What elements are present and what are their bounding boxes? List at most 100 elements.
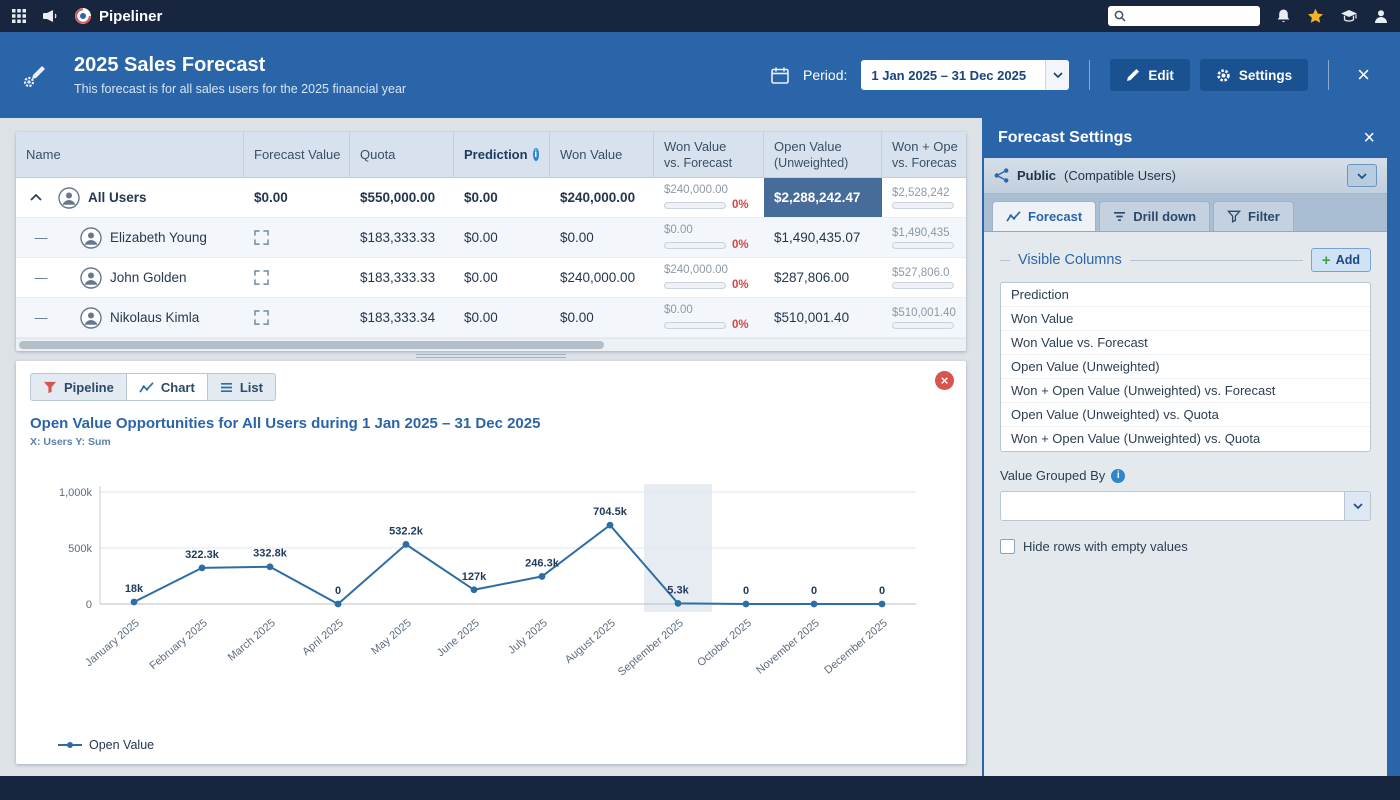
- tab-forecast[interactable]: Forecast: [992, 201, 1096, 231]
- chart-point[interactable]: [471, 586, 478, 593]
- pipeliner-logo[interactable]: Pipeliner: [74, 7, 162, 25]
- prediction-cell: $0.00: [454, 298, 550, 337]
- edit-forecast-icon: [22, 59, 52, 92]
- column-header-label: Won Value: [664, 139, 726, 154]
- column-header[interactable]: Name: [16, 132, 244, 177]
- info-icon[interactable]: i: [1111, 469, 1125, 483]
- table-row[interactable]: —John Golden$183,333.33$0.00$240,000.00$…: [16, 258, 966, 298]
- top-navigation-bar: Pipeliner: [0, 0, 1400, 32]
- chart-point[interactable]: [131, 599, 138, 606]
- vs-value: $527,806.0: [892, 267, 950, 279]
- table-row[interactable]: —Elizabeth Young$183,333.33$0.00$0.00$0.…: [16, 218, 966, 258]
- open-value-cell[interactable]: $510,001.40: [764, 298, 882, 337]
- tab-label: Drill down: [1133, 209, 1196, 224]
- profile-icon[interactable]: [1374, 9, 1388, 24]
- edit-button[interactable]: Edit: [1110, 59, 1190, 91]
- notifications-bell-icon[interactable]: [1276, 8, 1291, 24]
- open-value-cell[interactable]: $2,288,242.47: [764, 178, 882, 217]
- visible-column-item[interactable]: Open Value (Unweighted): [1001, 355, 1370, 379]
- expand-icon[interactable]: [254, 270, 269, 285]
- visible-column-item[interactable]: Won + Open Value (Unweighted) vs. Quota: [1001, 427, 1370, 451]
- column-header[interactable]: Won Value: [550, 132, 654, 177]
- point-label: 5.3k: [667, 584, 689, 596]
- open-value-cell[interactable]: $287,806.00: [764, 258, 882, 297]
- sharing-selector[interactable]: Public (Compatible Users): [984, 158, 1387, 194]
- tab-drill-down[interactable]: Drill down: [1099, 201, 1210, 231]
- visible-column-item[interactable]: Open Value (Unweighted) vs. Quota: [1001, 403, 1370, 427]
- settings-button-label: Settings: [1239, 68, 1292, 83]
- add-column-button[interactable]: + Add: [1311, 248, 1371, 272]
- bottom-bar: [0, 776, 1400, 800]
- x-tick-label: March 2025: [226, 617, 278, 664]
- chart-point[interactable]: [811, 601, 818, 608]
- tab-filter[interactable]: Filter: [1213, 201, 1294, 231]
- chevron-down-icon[interactable]: [1045, 60, 1069, 90]
- visible-column-item[interactable]: Won Value vs. Forecast: [1001, 331, 1370, 355]
- academy-cap-icon[interactable]: [1340, 9, 1358, 23]
- megaphone-icon[interactable]: [42, 9, 58, 23]
- chart-point[interactable]: [335, 601, 342, 608]
- prediction-cell: $0.00: [454, 218, 550, 257]
- visible-column-item[interactable]: Prediction: [1001, 283, 1370, 307]
- column-header[interactable]: Forecast Value: [244, 132, 350, 177]
- chart-point[interactable]: [675, 600, 682, 607]
- y-tick-label: 500k: [68, 543, 92, 555]
- hide-empty-rows-option[interactable]: Hide rows with empty values: [1000, 539, 1371, 554]
- expand-icon[interactable]: [254, 310, 269, 325]
- chart-point[interactable]: [267, 563, 274, 570]
- horizontal-scrollbar[interactable]: [16, 338, 966, 351]
- won-value-cell: $0.00: [550, 218, 654, 257]
- quota-cell: $183,333.33: [350, 218, 454, 257]
- y-tick-label: 0: [86, 599, 92, 611]
- open-value-cell[interactable]: $1,490,435.07: [764, 218, 882, 257]
- y-tick-label: 1,000k: [59, 487, 93, 499]
- collapse-chevron-icon[interactable]: [28, 194, 44, 201]
- gear-icon: [1216, 68, 1231, 83]
- info-icon[interactable]: i: [533, 148, 539, 161]
- chevron-down-icon[interactable]: [1347, 164, 1377, 187]
- chart-tab-chart[interactable]: Chart: [127, 373, 208, 401]
- value-grouped-by-select[interactable]: [1000, 491, 1371, 521]
- close-forecast-button[interactable]: ×: [1349, 62, 1378, 88]
- close-chart-button[interactable]: ×: [935, 371, 954, 390]
- visible-column-item[interactable]: Won Value: [1001, 307, 1370, 331]
- quota-cell: $183,333.33: [350, 258, 454, 297]
- search-input[interactable]: [1131, 9, 1254, 23]
- hide-empty-rows-checkbox[interactable]: [1000, 539, 1015, 554]
- chart-point[interactable]: [403, 541, 410, 548]
- chart-point[interactable]: [539, 573, 546, 580]
- visible-columns-list: PredictionWon ValueWon Value vs. Forecas…: [1000, 282, 1371, 452]
- chart-point[interactable]: [607, 522, 614, 529]
- list-icon: [220, 382, 233, 393]
- column-header[interactable]: Open Value(Unweighted): [764, 132, 882, 177]
- settings-button[interactable]: Settings: [1200, 59, 1308, 91]
- visible-column-item[interactable]: Won + Open Value (Unweighted) vs. Foreca…: [1001, 379, 1370, 403]
- table-row[interactable]: —Nikolaus Kimla$183,333.34$0.00$0.00$0.0…: [16, 298, 966, 338]
- splitter-handle[interactable]: [16, 351, 966, 361]
- vs-percent: 0%: [732, 279, 749, 291]
- column-header[interactable]: Predictioni: [454, 132, 550, 177]
- value-grouped-by-label: Value Grouped By: [1000, 468, 1105, 483]
- close-settings-button[interactable]: ×: [1363, 127, 1375, 150]
- search-box[interactable]: [1108, 6, 1260, 26]
- point-label: 704.5k: [593, 506, 628, 518]
- sharing-mode-detail: (Compatible Users): [1064, 168, 1176, 183]
- chart-tab-list[interactable]: List: [208, 373, 276, 401]
- progress-bar: [664, 202, 726, 209]
- period-select[interactable]: 1 Jan 2025 – 31 Dec 2025: [861, 60, 1069, 90]
- expand-icon[interactable]: [254, 230, 269, 245]
- column-header[interactable]: Won + Opevs. Forecas: [882, 132, 966, 177]
- table-row[interactable]: All Users$0.00$550,000.00$0.00$240,000.0…: [16, 178, 966, 218]
- chart-tab-pipeline[interactable]: Pipeline: [30, 373, 127, 401]
- forecast-value-cell: $0.00: [244, 178, 350, 217]
- scrollbar-thumb[interactable]: [19, 341, 604, 349]
- column-header[interactable]: Quota: [350, 132, 454, 177]
- favorites-star-icon[interactable]: [1307, 8, 1324, 24]
- chart-point[interactable]: [743, 601, 750, 608]
- user-avatar-icon: [80, 267, 102, 289]
- column-header[interactable]: Won Valuevs. Forecast: [654, 132, 764, 177]
- app-grid-icon[interactable]: [12, 9, 26, 23]
- chart-point[interactable]: [199, 565, 206, 572]
- chart-point[interactable]: [879, 601, 886, 608]
- chevron-down-icon[interactable]: [1344, 492, 1370, 520]
